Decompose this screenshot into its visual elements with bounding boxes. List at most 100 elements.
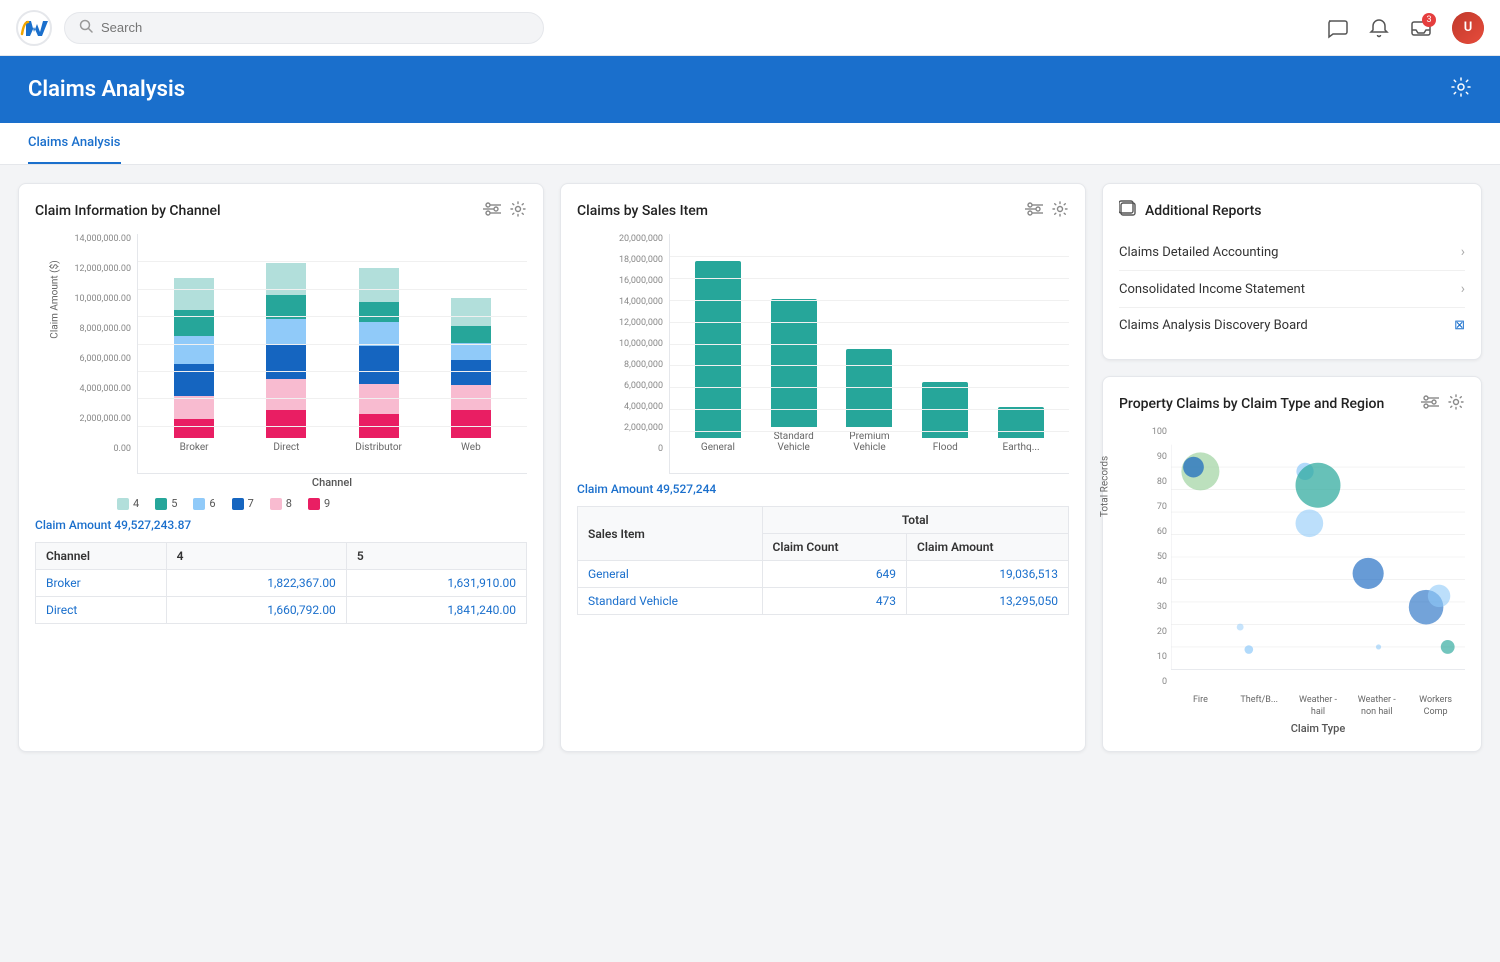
table-row: General 649 19,036,513 xyxy=(578,561,1069,588)
chart2-filter-icon[interactable] xyxy=(1025,200,1043,222)
chart2-actions xyxy=(1025,200,1069,222)
search-bar[interactable] xyxy=(64,12,544,44)
reports-title: Additional Reports xyxy=(1145,203,1261,219)
x-label-distributor: Distributor xyxy=(355,442,402,453)
table-row: Standard Vehicle 473 13,295,050 xyxy=(578,588,1069,615)
header-gear-icon[interactable] xyxy=(1450,76,1472,103)
td-direct[interactable]: Direct xyxy=(36,597,167,624)
td-broker-5[interactable]: 1,631,910.00 xyxy=(346,570,526,597)
chart1-x-title: Channel xyxy=(137,476,527,489)
x-label-direct: Direct xyxy=(273,442,299,453)
bar-premium-vehicle[interactable]: Premium Vehicle xyxy=(832,349,908,453)
report-label-consolidated: Consolidated Income Statement xyxy=(1119,282,1305,297)
bar-distributor[interactable]: Distributor xyxy=(333,268,425,453)
report-arrow-2: ⊠ xyxy=(1454,318,1465,333)
legend-6: 6 xyxy=(193,497,215,510)
bubble-chart-area: Total Records 100 90 80 70 60 50 40 30 2… xyxy=(1137,427,1465,735)
chart2-summary: Claim Amount 49,527,244 xyxy=(577,482,1069,496)
chart1-table: Channel 4 5 Broker 1,822,367.00 1,631,91… xyxy=(35,542,527,624)
x-label-standard-vehicle: Standard Vehicle xyxy=(768,431,820,453)
chart2-summary-value[interactable]: 49,527,244 xyxy=(656,482,716,496)
chart2-bars-area: General Standard Vehicle Premium Vehicle… xyxy=(669,234,1069,474)
x-label-premium-vehicle: Premium Vehicle xyxy=(843,431,895,453)
bubble-fire-2[interactable] xyxy=(1183,457,1204,478)
bubble-whail-2[interactable] xyxy=(1296,463,1341,508)
report-item-consolidated[interactable]: Consolidated Income Statement › xyxy=(1119,271,1465,308)
report-label-claims-detailed: Claims Detailed Accounting xyxy=(1119,245,1278,260)
tabs-bar: Claims Analysis xyxy=(0,123,1500,165)
bubble-svg xyxy=(1171,427,1465,687)
td-broker-4[interactable]: 1,822,367.00 xyxy=(166,570,346,597)
bar-direct[interactable]: Direct xyxy=(240,263,332,453)
report-item-discovery[interactable]: Claims Analysis Discovery Board ⊠ xyxy=(1119,308,1465,343)
x-label-web: Web xyxy=(461,442,481,453)
th-claim-count: Claim Count xyxy=(762,534,907,561)
bubble-chart-title: Property Claims by Claim Type and Region xyxy=(1119,396,1384,412)
chart1-gear-icon[interactable] xyxy=(509,200,527,222)
search-icon xyxy=(79,19,93,37)
bar-general[interactable]: General xyxy=(680,261,756,453)
chart1-legend: 4 5 6 7 8 9 xyxy=(117,497,527,510)
legend-7: 7 xyxy=(232,497,254,510)
bubble-filter-icon[interactable] xyxy=(1421,393,1439,415)
td-general-amount[interactable]: 19,036,513 xyxy=(907,561,1069,588)
bubble-x-title: Claim Type xyxy=(1171,722,1465,735)
bubble-nwhail-2[interactable] xyxy=(1376,644,1381,649)
search-input[interactable] xyxy=(101,20,529,35)
td-general[interactable]: General xyxy=(578,561,763,588)
td-broker[interactable]: Broker xyxy=(36,570,167,597)
bubble-gear-icon[interactable] xyxy=(1447,393,1465,415)
td-standard-count[interactable]: 473 xyxy=(762,588,907,615)
td-direct-5[interactable]: 1,841,240.00 xyxy=(346,597,526,624)
td-standard-amount[interactable]: 13,295,050 xyxy=(907,588,1069,615)
table-row: Direct 1,660,792.00 1,841,240.00 xyxy=(36,597,527,624)
bubble-y-axis: 100 90 80 70 60 50 40 30 20 10 0 xyxy=(1137,427,1171,687)
inbox-icon-button[interactable]: 3 xyxy=(1410,17,1432,39)
td-general-count[interactable]: 649 xyxy=(762,561,907,588)
x-label-fire: Fire xyxy=(1171,695,1230,718)
chat-icon-button[interactable] xyxy=(1326,17,1348,39)
bar-flood[interactable]: Flood xyxy=(907,382,983,453)
chart2-table: Sales Item Total Claim Count Claim Amoun… xyxy=(577,506,1069,615)
chart1-filter-icon[interactable] xyxy=(483,200,501,222)
reports-header: Additional Reports xyxy=(1119,200,1465,222)
bubble-wcomp-2[interactable] xyxy=(1428,585,1450,607)
report-label-discovery: Claims Analysis Discovery Board xyxy=(1119,318,1308,333)
page-title: Claims Analysis xyxy=(28,77,185,102)
chart1-header: Claim Information by Channel xyxy=(35,200,527,222)
legend-4: 4 xyxy=(117,497,139,510)
right-column: Additional Reports Claims Detailed Accou… xyxy=(1102,183,1482,752)
chart-claims-sales: Claims by Sales Item xyxy=(560,183,1086,752)
bubble-theft-2[interactable] xyxy=(1237,624,1244,631)
td-standard-vehicle[interactable]: Standard Vehicle xyxy=(578,588,763,615)
legend-5: 5 xyxy=(155,497,177,510)
report-item-claims-detailed[interactable]: Claims Detailed Accounting › xyxy=(1119,234,1465,271)
tab-claims-analysis[interactable]: Claims Analysis xyxy=(28,123,121,164)
bubble-wcomp-3[interactable] xyxy=(1441,640,1455,654)
reports-icon xyxy=(1119,200,1137,222)
x-label-earthquake: Earthq... xyxy=(1003,442,1040,453)
bar-standard-vehicle[interactable]: Standard Vehicle xyxy=(756,299,832,453)
chart1-summary: Claim Amount 49,527,243.87 xyxy=(35,518,527,532)
td-direct-4[interactable]: 1,660,792.00 xyxy=(166,597,346,624)
app-logo xyxy=(16,10,52,46)
main-content: Claim Information by Channel xyxy=(0,165,1500,770)
chart1-summary-value[interactable]: 49,527,243.87 xyxy=(114,518,191,532)
x-label-general: General xyxy=(701,442,735,453)
x-label-workers-comp: WorkersComp xyxy=(1406,695,1465,718)
bell-icon-button[interactable] xyxy=(1368,17,1390,39)
bar-earthquake[interactable]: Earthq... xyxy=(983,407,1059,453)
user-avatar[interactable]: U xyxy=(1452,12,1484,44)
bubble-theft-1[interactable] xyxy=(1245,645,1254,654)
chart1-actions xyxy=(483,200,527,222)
bar-broker[interactable]: Broker xyxy=(148,278,240,453)
legend-9: 9 xyxy=(308,497,330,510)
bar-web[interactable]: Web xyxy=(425,298,517,453)
report-arrow-0: › xyxy=(1461,244,1465,260)
chart2-title: Claims by Sales Item xyxy=(577,203,708,219)
bubble-whail-3[interactable] xyxy=(1296,509,1324,537)
chart2-gear-icon[interactable] xyxy=(1051,200,1069,222)
reports-list: Claims Detailed Accounting › Consolidate… xyxy=(1119,234,1465,343)
bubble-nwhail-1[interactable] xyxy=(1353,558,1384,589)
table-row: Broker 1,822,367.00 1,631,910.00 xyxy=(36,570,527,597)
